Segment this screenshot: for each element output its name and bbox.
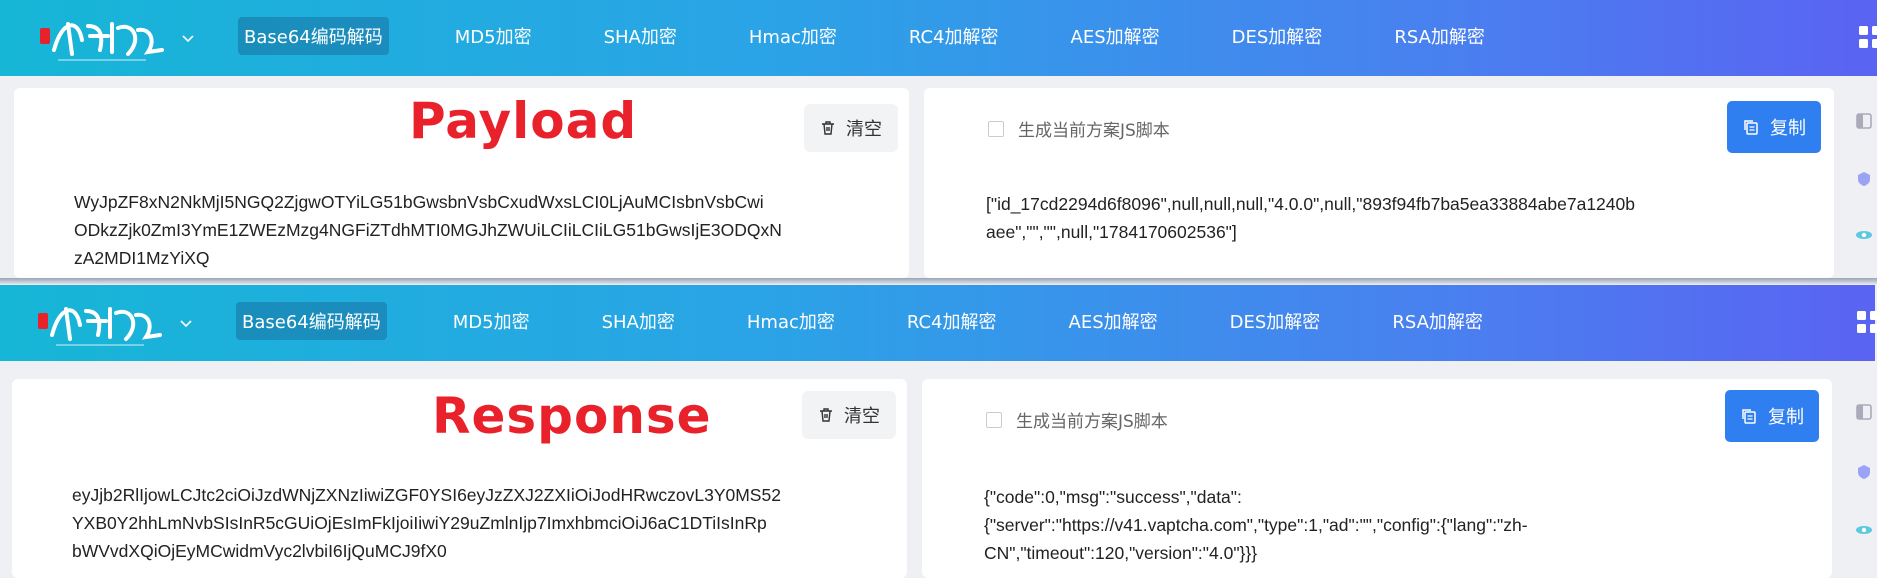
- input-line: WyJpZF8xN2NkMjI5NGQ2ZjgwOTYiLG51bGwsbnVs…: [74, 192, 764, 212]
- clear-label: 清空: [844, 406, 880, 427]
- navbar: Base64编码解码 MD5加密 SHA加密 Hmac加密 RC4加解密 AES…: [0, 285, 1877, 361]
- output-line: {"server":"https://v41.vaptcha.com","typ…: [984, 515, 1528, 535]
- response-heading: Response: [432, 387, 712, 445]
- nav-menu: Base64编码解码 MD5加密 SHA加密 Hmac加密 RC4加解密 AES…: [238, 17, 1551, 55]
- nav-item-base64[interactable]: Base64编码解码: [238, 17, 389, 55]
- output-panel: 生成当前方案JS脚本 复制 {"code":0,"msg":"success",…: [922, 379, 1832, 578]
- nav-item-des[interactable]: DES加解密: [1226, 17, 1329, 55]
- nav-item-rc4[interactable]: RC4加解密: [901, 302, 1003, 340]
- side-toolbar: [1851, 379, 1877, 578]
- input-line: YXB0Y2hhLmNvbSIsInR5cGUiOjEsImFkIjoiIiwi…: [72, 513, 767, 533]
- eye-icon[interactable]: [1855, 226, 1873, 244]
- logo-icon: [38, 307, 162, 346]
- input-line: ODkzZjk0ZmI3YmE1ZWEzMzg4NGFiZTdhMTI0MGJh…: [74, 220, 782, 240]
- navbar: Base64编码解码 MD5加密 SHA加密 Hmac加密 RC4加解密 AES…: [0, 0, 1877, 76]
- nav-item-sha[interactable]: SHA加密: [598, 17, 683, 55]
- site-logo[interactable]: [38, 10, 166, 66]
- generate-js-checkbox[interactable]: [988, 120, 1004, 137]
- chevron-down-icon[interactable]: [178, 315, 194, 331]
- grid-icon[interactable]: [1855, 309, 1877, 335]
- copy-label: 复制: [1770, 118, 1806, 139]
- site-logo[interactable]: [36, 295, 164, 351]
- output-line: CN","timeout":120,"version":"4.0"}}}: [984, 543, 1258, 563]
- copy-label: 复制: [1768, 407, 1804, 428]
- nav-item-hmac[interactable]: Hmac加密: [743, 17, 843, 55]
- eye-icon[interactable]: [1855, 521, 1873, 539]
- shield-icon[interactable]: [1855, 463, 1873, 481]
- input-line: bWVvdXQiOjEyMCwidmVyc2lvbiI6IjQuMCJ9fX0: [72, 541, 447, 561]
- clear-label: 清空: [846, 119, 882, 140]
- payload-heading: Payload: [409, 92, 638, 150]
- nav-item-md5[interactable]: MD5加密: [447, 302, 536, 340]
- input-line: eyJjb2RlIjowLCJtc2ciOiJzdWNjZXNzIiwiZGF0…: [72, 485, 781, 505]
- side-toolbar: [1851, 88, 1877, 278]
- nav-menu: Base64编码解码 MD5加密 SHA加密 Hmac加密 RC4加解密 AES…: [236, 302, 1549, 340]
- nav-item-base64[interactable]: Base64编码解码: [236, 302, 387, 340]
- nav-item-rc4[interactable]: RC4加解密: [903, 17, 1005, 55]
- copy-icon: [1742, 409, 1756, 424]
- copy-button[interactable]: 复制: [1727, 101, 1821, 153]
- decoded-output-text[interactable]: ["id_17cd2294d6f8096",null,null,null,"4.…: [986, 190, 1635, 246]
- nav-item-aes[interactable]: AES加解密: [1063, 302, 1164, 340]
- copy-button[interactable]: 复制: [1725, 390, 1819, 442]
- generate-js-option[interactable]: 生成当前方案JS脚本: [986, 407, 1168, 432]
- clear-button[interactable]: 清空: [802, 391, 896, 439]
- nav-item-hmac[interactable]: Hmac加密: [741, 302, 841, 340]
- nav-item-rsa[interactable]: RSA加解密: [1388, 17, 1491, 55]
- screenshot-payload: Base64编码解码 MD5加密 SHA加密 Hmac加密 RC4加解密 AES…: [0, 0, 1877, 278]
- trash-icon: [820, 408, 832, 422]
- copy-icon: [1744, 120, 1758, 135]
- input-panel: Response 清空 eyJjb2RlIjowLCJtc2ciOiJzdWNj…: [12, 379, 907, 578]
- generate-js-label: 生成当前方案JS脚本: [1018, 121, 1170, 141]
- nav-item-md5[interactable]: MD5加密: [449, 17, 538, 55]
- clear-button[interactable]: 清空: [804, 104, 898, 152]
- screenshot-divider: [0, 278, 1877, 285]
- panel-toggle-icon[interactable]: [1855, 403, 1873, 421]
- trash-icon: [822, 121, 834, 135]
- input-line: zA2MDI1MzYiXQ: [74, 248, 210, 268]
- nav-item-sha[interactable]: SHA加密: [596, 302, 681, 340]
- logo-icon: [40, 22, 164, 61]
- nav-item-aes[interactable]: AES加解密: [1065, 17, 1166, 55]
- input-panel: Payload 清空 WyJpZF8xN2NkMjI5NGQ2ZjgwOTYiL…: [14, 88, 909, 278]
- nav-item-rsa[interactable]: RSA加解密: [1386, 302, 1489, 340]
- screenshot-response: Base64编码解码 MD5加密 SHA加密 Hmac加密 RC4加解密 AES…: [0, 285, 1877, 578]
- generate-js-checkbox[interactable]: [986, 411, 1002, 428]
- output-line: aee","","",null,"1784170602536"]: [986, 222, 1237, 242]
- nav-item-des[interactable]: DES加解密: [1224, 302, 1327, 340]
- grid-icon[interactable]: [1857, 24, 1877, 50]
- shield-icon[interactable]: [1855, 170, 1873, 188]
- decoded-output-text[interactable]: {"code":0,"msg":"success","data": {"serv…: [984, 483, 1528, 567]
- generate-js-option[interactable]: 生成当前方案JS脚本: [988, 116, 1170, 141]
- generate-js-label: 生成当前方案JS脚本: [1016, 412, 1168, 432]
- chevron-down-icon[interactable]: [180, 30, 196, 46]
- output-line: {"code":0,"msg":"success","data":: [984, 487, 1242, 507]
- output-line: ["id_17cd2294d6f8096",null,null,null,"4.…: [986, 194, 1635, 214]
- panel-toggle-icon[interactable]: [1855, 112, 1873, 130]
- base64-input-text[interactable]: eyJjb2RlIjowLCJtc2ciOiJzdWNjZXNzIiwiZGF0…: [72, 481, 781, 565]
- base64-input-text[interactable]: WyJpZF8xN2NkMjI5NGQ2ZjgwOTYiLG51bGwsbnVs…: [74, 188, 782, 272]
- output-panel: 生成当前方案JS脚本 复制 ["id_17cd2294d6f8096",null…: [924, 88, 1834, 278]
